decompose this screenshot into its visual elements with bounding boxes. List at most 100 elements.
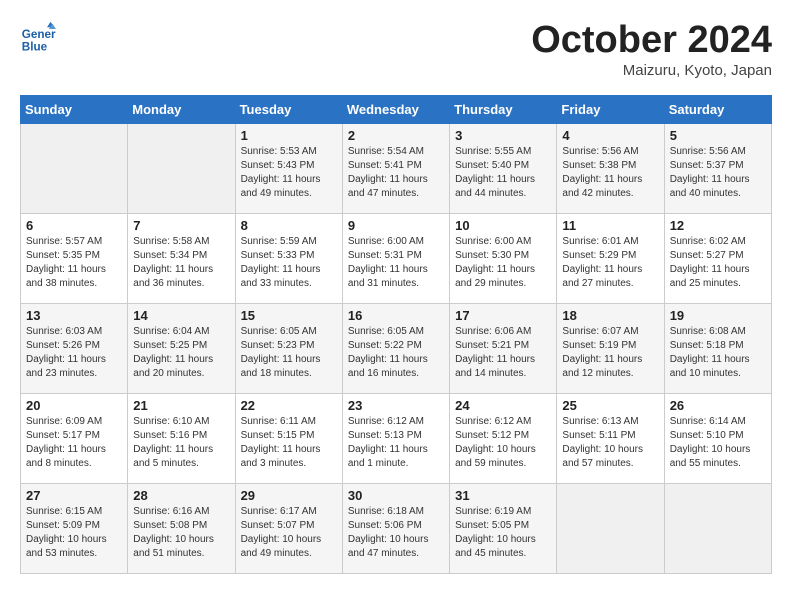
calendar-cell: 10 Sunrise: 6:00 AM Sunset: 5:30 PM Dayli…: [450, 213, 557, 303]
day-info: Sunrise: 5:55 AM Sunset: 5:40 PM Dayligh…: [455, 145, 551, 201]
day-info: Sunrise: 6:12 AM Sunset: 5:12 PM Dayligh…: [455, 415, 551, 471]
day-info: Sunrise: 6:12 AM Sunset: 5:13 PM Dayligh…: [348, 415, 444, 471]
calendar-table: SundayMondayTuesdayWednesdayThursdayFrid…: [20, 95, 772, 574]
day-number: 17: [455, 308, 551, 323]
title-block: October 2024 Maizuru, Kyoto, Japan: [531, 20, 772, 79]
day-info: Sunrise: 6:00 AM Sunset: 5:30 PM Dayligh…: [455, 235, 551, 291]
logo: General Blue: [20, 20, 56, 56]
location: Maizuru, Kyoto, Japan: [531, 62, 772, 79]
calendar-cell: 28 Sunrise: 6:16 AM Sunset: 5:08 PM Dayli…: [128, 483, 235, 573]
day-number: 10: [455, 218, 551, 233]
weekday-header-cell: Wednesday: [342, 95, 449, 123]
day-info: Sunrise: 5:59 AM Sunset: 5:33 PM Dayligh…: [241, 235, 337, 291]
day-number: 8: [241, 218, 337, 233]
calendar-cell: 17 Sunrise: 6:06 AM Sunset: 5:21 PM Dayli…: [450, 303, 557, 393]
day-number: 11: [562, 218, 658, 233]
day-info: Sunrise: 6:15 AM Sunset: 5:09 PM Dayligh…: [26, 505, 122, 561]
day-number: 12: [670, 218, 766, 233]
day-info: Sunrise: 5:53 AM Sunset: 5:43 PM Dayligh…: [241, 145, 337, 201]
day-number: 31: [455, 488, 551, 503]
day-number: 30: [348, 488, 444, 503]
calendar-week-row: 6 Sunrise: 5:57 AM Sunset: 5:35 PM Daylig…: [21, 213, 772, 303]
calendar-cell: 27 Sunrise: 6:15 AM Sunset: 5:09 PM Dayli…: [21, 483, 128, 573]
day-number: 14: [133, 308, 229, 323]
day-number: 28: [133, 488, 229, 503]
weekday-header-row: SundayMondayTuesdayWednesdayThursdayFrid…: [21, 95, 772, 123]
calendar-cell: 1 Sunrise: 5:53 AM Sunset: 5:43 PM Daylig…: [235, 123, 342, 213]
day-info: Sunrise: 6:10 AM Sunset: 5:16 PM Dayligh…: [133, 415, 229, 471]
calendar-cell: 30 Sunrise: 6:18 AM Sunset: 5:06 PM Dayli…: [342, 483, 449, 573]
day-number: 18: [562, 308, 658, 323]
calendar-cell: 13Sunrise: 6:03 AM Sunset: 5:26 PM Dayli…: [21, 303, 128, 393]
calendar-cell: 24 Sunrise: 6:12 AM Sunset: 5:12 PM Dayli…: [450, 393, 557, 483]
day-number: 23: [348, 398, 444, 413]
month-title: October 2024: [531, 20, 772, 62]
calendar-cell: 16 Sunrise: 6:05 AM Sunset: 5:22 PM Dayli…: [342, 303, 449, 393]
day-info: Sunrise: 6:06 AM Sunset: 5:21 PM Dayligh…: [455, 325, 551, 381]
day-number: 3: [455, 128, 551, 143]
day-number: 5: [670, 128, 766, 143]
calendar-cell: 21 Sunrise: 6:10 AM Sunset: 5:16 PM Dayli…: [128, 393, 235, 483]
calendar-cell: 5 Sunrise: 5:56 AM Sunset: 5:37 PM Daylig…: [664, 123, 771, 213]
logo-icon: General Blue: [20, 20, 56, 56]
day-info: Sunrise: 6:14 AM Sunset: 5:10 PM Dayligh…: [670, 415, 766, 471]
day-info: Sunrise: 6:05 AM Sunset: 5:22 PM Dayligh…: [348, 325, 444, 381]
day-number: 25: [562, 398, 658, 413]
day-number: 13: [26, 308, 122, 323]
day-number: 15: [241, 308, 337, 323]
calendar-cell: [664, 483, 771, 573]
calendar-body: 1 Sunrise: 5:53 AM Sunset: 5:43 PM Daylig…: [21, 123, 772, 573]
day-info: Sunrise: 6:01 AM Sunset: 5:29 PM Dayligh…: [562, 235, 658, 291]
day-number: 19: [670, 308, 766, 323]
calendar-cell: 18 Sunrise: 6:07 AM Sunset: 5:19 PM Dayli…: [557, 303, 664, 393]
weekday-header-cell: Tuesday: [235, 95, 342, 123]
svg-text:General: General: [22, 28, 56, 41]
calendar-cell: 22 Sunrise: 6:11 AM Sunset: 5:15 PM Dayli…: [235, 393, 342, 483]
day-number: 21: [133, 398, 229, 413]
weekday-header-cell: Friday: [557, 95, 664, 123]
calendar-cell: 31 Sunrise: 6:19 AM Sunset: 5:05 PM Dayli…: [450, 483, 557, 573]
day-number: 24: [455, 398, 551, 413]
day-info: Sunrise: 6:07 AM Sunset: 5:19 PM Dayligh…: [562, 325, 658, 381]
weekday-header-cell: Monday: [128, 95, 235, 123]
day-info: Sunrise: 6:18 AM Sunset: 5:06 PM Dayligh…: [348, 505, 444, 561]
day-info: Sunrise: 6:05 AM Sunset: 5:23 PM Dayligh…: [241, 325, 337, 381]
day-number: 4: [562, 128, 658, 143]
day-number: 16: [348, 308, 444, 323]
calendar-cell: 26 Sunrise: 6:14 AM Sunset: 5:10 PM Dayli…: [664, 393, 771, 483]
day-info: Sunrise: 5:57 AM Sunset: 5:35 PM Dayligh…: [26, 235, 122, 291]
calendar-cell: 15 Sunrise: 6:05 AM Sunset: 5:23 PM Dayli…: [235, 303, 342, 393]
day-number: 27: [26, 488, 122, 503]
calendar-cell: 8 Sunrise: 5:59 AM Sunset: 5:33 PM Daylig…: [235, 213, 342, 303]
day-info: Sunrise: 6:04 AM Sunset: 5:25 PM Dayligh…: [133, 325, 229, 381]
day-number: 20: [26, 398, 122, 413]
day-number: 2: [348, 128, 444, 143]
day-number: 22: [241, 398, 337, 413]
weekday-header-cell: Sunday: [21, 95, 128, 123]
day-number: 1: [241, 128, 337, 143]
day-info: Sunrise: 5:56 AM Sunset: 5:37 PM Dayligh…: [670, 145, 766, 201]
calendar-week-row: 20Sunrise: 6:09 AM Sunset: 5:17 PM Dayli…: [21, 393, 772, 483]
calendar-cell: 19 Sunrise: 6:08 AM Sunset: 5:18 PM Dayli…: [664, 303, 771, 393]
day-info: Sunrise: 6:16 AM Sunset: 5:08 PM Dayligh…: [133, 505, 229, 561]
calendar-cell: 9Sunrise: 6:00 AM Sunset: 5:31 PM Daylig…: [342, 213, 449, 303]
day-number: 29: [241, 488, 337, 503]
weekday-header-cell: Thursday: [450, 95, 557, 123]
calendar-cell: [557, 483, 664, 573]
day-info: Sunrise: 5:56 AM Sunset: 5:38 PM Dayligh…: [562, 145, 658, 201]
calendar-cell: 11 Sunrise: 6:01 AM Sunset: 5:29 PM Dayli…: [557, 213, 664, 303]
calendar-cell: [21, 123, 128, 213]
day-info: Sunrise: 6:19 AM Sunset: 5:05 PM Dayligh…: [455, 505, 551, 561]
calendar-cell: 6 Sunrise: 5:57 AM Sunset: 5:35 PM Daylig…: [21, 213, 128, 303]
day-number: 6: [26, 218, 122, 233]
day-info: Sunrise: 5:54 AM Sunset: 5:41 PM Dayligh…: [348, 145, 444, 201]
calendar-cell: 4 Sunrise: 5:56 AM Sunset: 5:38 PM Daylig…: [557, 123, 664, 213]
calendar-cell: 25Sunrise: 6:13 AM Sunset: 5:11 PM Dayli…: [557, 393, 664, 483]
day-info: Sunrise: 6:11 AM Sunset: 5:15 PM Dayligh…: [241, 415, 337, 471]
day-number: 26: [670, 398, 766, 413]
day-info: Sunrise: 6:17 AM Sunset: 5:07 PM Dayligh…: [241, 505, 337, 561]
calendar-week-row: 13Sunrise: 6:03 AM Sunset: 5:26 PM Dayli…: [21, 303, 772, 393]
calendar-cell: 7Sunrise: 5:58 AM Sunset: 5:34 PM Daylig…: [128, 213, 235, 303]
day-info: Sunrise: 6:08 AM Sunset: 5:18 PM Dayligh…: [670, 325, 766, 381]
day-number: 9: [348, 218, 444, 233]
